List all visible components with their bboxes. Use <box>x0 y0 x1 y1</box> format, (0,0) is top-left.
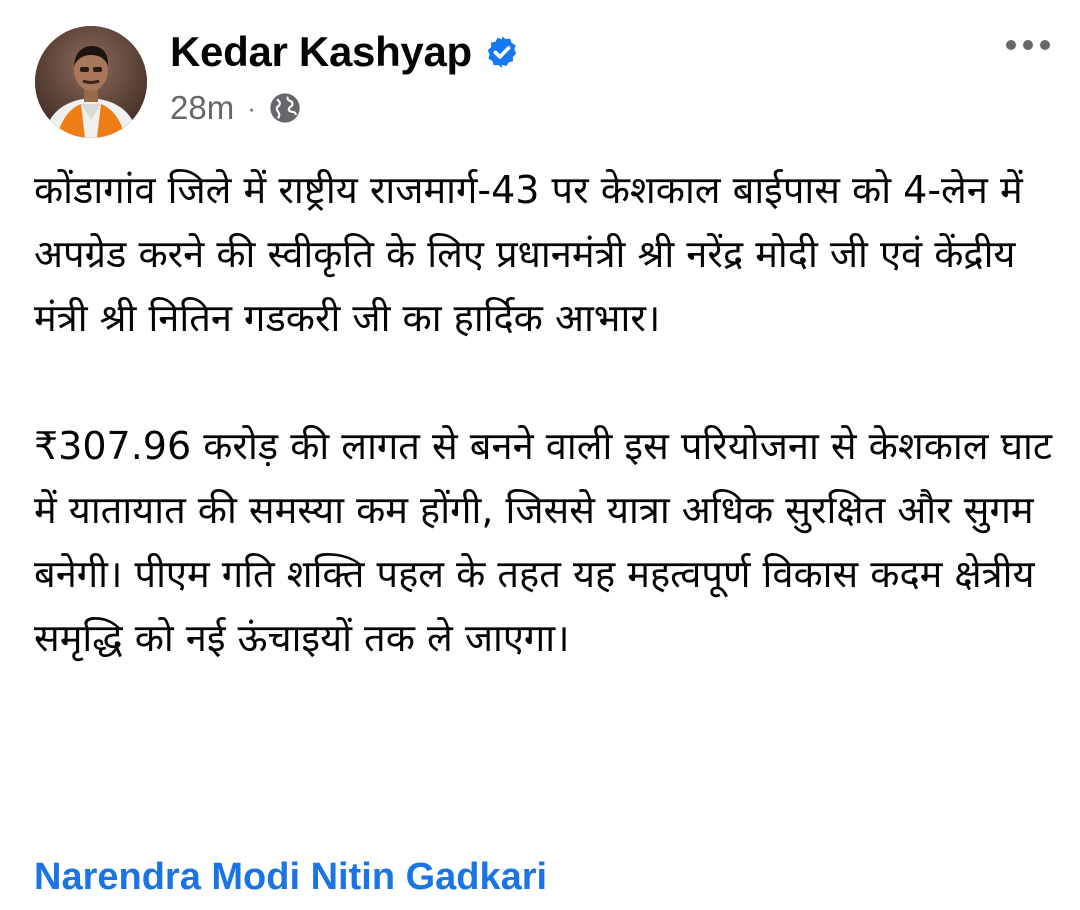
post-paragraph-1: कोंडागांव जिले में राष्ट्रीय राजमार्ग-43… <box>34 168 1023 340</box>
more-dot <box>1006 40 1016 50</box>
meta-separator: · <box>247 92 256 123</box>
tag-nitin-gadkari[interactable]: Nitin Gadkari <box>311 856 548 898</box>
more-dot <box>1040 40 1050 50</box>
author-name[interactable]: Kedar Kashyap <box>170 28 472 76</box>
post-timestamp[interactable]: 28m <box>170 89 234 127</box>
tag-narendra-modi[interactable]: Narendra Modi <box>34 856 300 898</box>
more-options-icon[interactable] <box>1006 40 1050 50</box>
post-paragraph-2: ₹307.96 करोड़ की लागत से बनने वाली इस पर… <box>34 424 1053 660</box>
verified-badge-icon <box>484 34 520 70</box>
avatar[interactable] <box>35 26 147 138</box>
tagged-people: Narendra Modi Nitin Gadkari <box>34 856 547 899</box>
post-text: कोंडागांव जिले में राष्ट्रीय राजमार्ग-43… <box>34 158 1054 670</box>
globe-icon[interactable] <box>269 92 301 124</box>
more-dot <box>1023 40 1033 50</box>
